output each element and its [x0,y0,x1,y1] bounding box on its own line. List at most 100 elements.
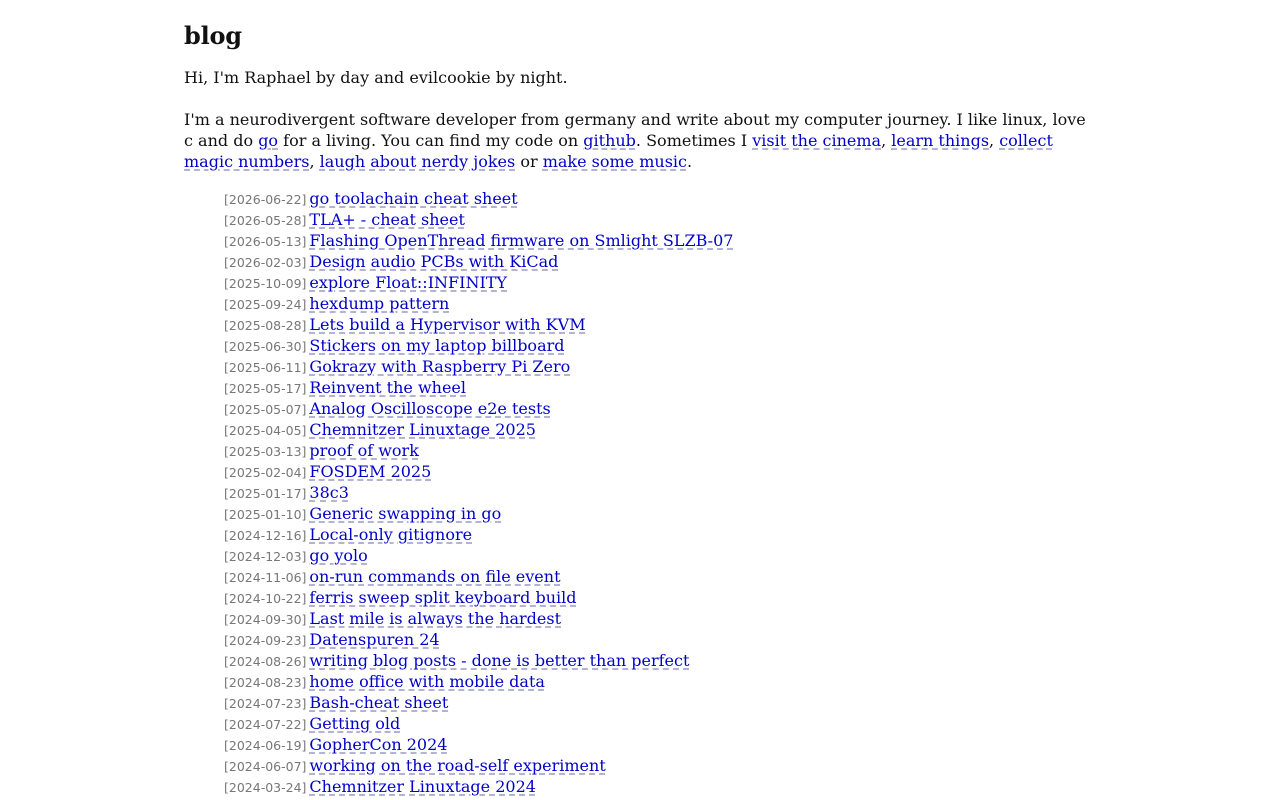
post-link[interactable]: Bash-cheat sheet [309,693,448,712]
post-link[interactable]: ferris sweep split keyboard build [309,588,576,607]
cinema-link[interactable]: visit the cinema [752,131,881,150]
post-list-item: [2025-10-09] explore Float::INFINITY [224,272,1096,293]
post-date: [2025-05-17] [224,381,307,396]
post-date: [2024-11-06] [224,570,307,585]
post-date: [2025-09-24] [224,297,307,312]
separator: , [881,131,892,150]
post-list-item: [2025-04-05] Chemnitzer Linuxtage 2025 [224,419,1096,440]
post-date: [2025-04-05] [224,423,307,438]
post-list-item: [2026-02-03] Design audio PCBs with KiCad [224,251,1096,272]
post-date: [2024-07-23] [224,696,307,711]
about-text: . Sometimes I [635,131,753,150]
post-link[interactable]: working on the road-self experiment [309,756,605,775]
post-list-item: [2025-06-30] Stickers on my laptop billbo… [224,335,1096,356]
post-link[interactable]: Lets build a Hypervisor with KVM [309,315,585,334]
post-date: [2024-10-22] [224,591,307,606]
about-text: for a living. You can find my code on [278,131,584,150]
post-date: [2025-02-04] [224,465,307,480]
post-list-item: [2024-10-22] ferris sweep split keyboard … [224,587,1096,608]
post-link[interactable]: go toolachain cheat sheet [309,189,517,208]
post-link[interactable]: Chemnitzer Linuxtage 2024 [309,777,536,796]
post-date: [2025-03-13] [224,444,307,459]
music-link[interactable]: make some music [543,152,687,171]
post-list-item: [2025-05-17] Reinvent the wheel [224,377,1096,398]
page-content: blog Hi, I'm Raphael by day and evilcook… [184,0,1096,797]
post-date: [2026-05-28] [224,213,307,228]
post-link[interactable]: go yolo [309,546,367,565]
post-list-item: [2026-05-13] Flashing OpenThread firmware… [224,230,1096,251]
post-list-item: [2024-06-07] working on the road-self exp… [224,755,1096,776]
post-link[interactable]: Getting old [309,714,400,733]
post-list-item: [2024-08-26] writing blog posts - done is… [224,650,1096,671]
post-list-item: [2024-07-23] Bash-cheat sheet [224,692,1096,713]
post-date: [2025-06-11] [224,360,307,375]
post-date: [2025-10-09] [224,276,307,291]
go-link[interactable]: go [258,131,278,150]
post-link[interactable]: Gokrazy with Raspberry Pi Zero [309,357,570,376]
post-date: [2024-12-16] [224,528,307,543]
learn-things-link[interactable]: learn things [891,131,989,150]
post-list-item: [2024-09-30] Last mile is always the hard… [224,608,1096,629]
post-date: [2024-08-23] [224,675,307,690]
post-list-item: [2024-08-23] home office with mobile data [224,671,1096,692]
separator: or [515,152,543,171]
post-link[interactable]: TLA+ - cheat sheet [309,210,465,229]
post-list-item: [2025-01-17] 38c3 [224,482,1096,503]
about-paragraph: I'm a neurodivergent software developer … [184,109,1096,172]
separator: , [989,131,1000,150]
post-link[interactable]: hexdump pattern [309,294,449,313]
post-date: [2024-12-03] [224,549,307,564]
post-link[interactable]: Flashing OpenThread firmware on Smlight … [309,231,733,250]
post-date: [2025-01-10] [224,507,307,522]
post-link[interactable]: Chemnitzer Linuxtage 2025 [309,420,536,439]
page-title: blog [184,21,242,50]
post-date: [2024-08-26] [224,654,307,669]
post-link[interactable]: explore Float::INFINITY [309,273,507,292]
post-list-item: [2026-05-28] TLA+ - cheat sheet [224,209,1096,230]
greeting-text: Hi, I'm Raphael by day and evilcookie by… [184,68,568,87]
post-list-item: [2024-06-19] GopherCon 2024 [224,734,1096,755]
about-end: . [686,152,693,171]
post-date: [2024-09-30] [224,612,307,627]
post-date: [2025-08-28] [224,318,307,333]
post-link[interactable]: GopherCon 2024 [309,735,447,754]
post-date: [2025-06-30] [224,339,307,354]
post-date: [2024-07-22] [224,717,307,732]
post-list-item: [2025-05-07] Analog Oscilloscope e2e test… [224,398,1096,419]
post-link[interactable]: Analog Oscilloscope e2e tests [309,399,550,418]
post-date: [2026-05-13] [224,234,307,249]
post-link[interactable]: proof of work [309,441,418,460]
post-date: [2026-06-22] [224,192,307,207]
post-list-item: [2024-07-22] Getting old [224,713,1096,734]
post-link[interactable]: Stickers on my laptop billboard [309,336,564,355]
post-list-item: [2024-03-24] Chemnitzer Linuxtage 2024 [224,776,1096,797]
post-date: [2024-09-23] [224,633,307,648]
post-link[interactable]: writing blog posts - done is better than… [309,651,689,670]
post-link[interactable]: FOSDEM 2025 [309,462,431,481]
post-list-item: [2024-12-16] Local-only gitignore [224,524,1096,545]
post-link[interactable]: Local-only gitignore [309,525,472,544]
post-link[interactable]: Last mile is always the hardest [309,609,561,628]
post-list-item: [2025-06-11] Gokrazy with Raspberry Pi Ze… [224,356,1096,377]
post-link[interactable]: on-run commands on file event [309,567,560,586]
post-list-item: [2024-09-23] Datenspuren 24 [224,629,1096,650]
post-link[interactable]: Generic swapping in go [309,504,501,523]
separator: , [309,152,320,171]
post-date: [2024-06-07] [224,759,307,774]
post-list-item: [2025-09-24] hexdump pattern [224,293,1096,314]
post-date: [2025-05-07] [224,402,307,417]
github-link[interactable]: github [583,131,636,150]
post-date: [2025-01-17] [224,486,307,501]
post-link[interactable]: Reinvent the wheel [309,378,466,397]
post-date: [2026-02-03] [224,255,307,270]
post-list-item: [2025-08-28] Lets build a Hypervisor with… [224,314,1096,335]
post-link[interactable]: 38c3 [309,483,349,502]
post-list-item: [2024-12-03] go yolo [224,545,1096,566]
post-link[interactable]: home office with mobile data [309,672,545,691]
nerdy-jokes-link[interactable]: laugh about nerdy jokes [320,152,516,171]
post-list: [2026-06-22] go toolachain cheat sheet [20… [184,188,1096,797]
post-list-item: [2025-01-10] Generic swapping in go [224,503,1096,524]
post-link[interactable]: Design audio PCBs with KiCad [309,252,558,271]
post-date: [2024-06-19] [224,738,307,753]
post-link[interactable]: Datenspuren 24 [309,630,439,649]
